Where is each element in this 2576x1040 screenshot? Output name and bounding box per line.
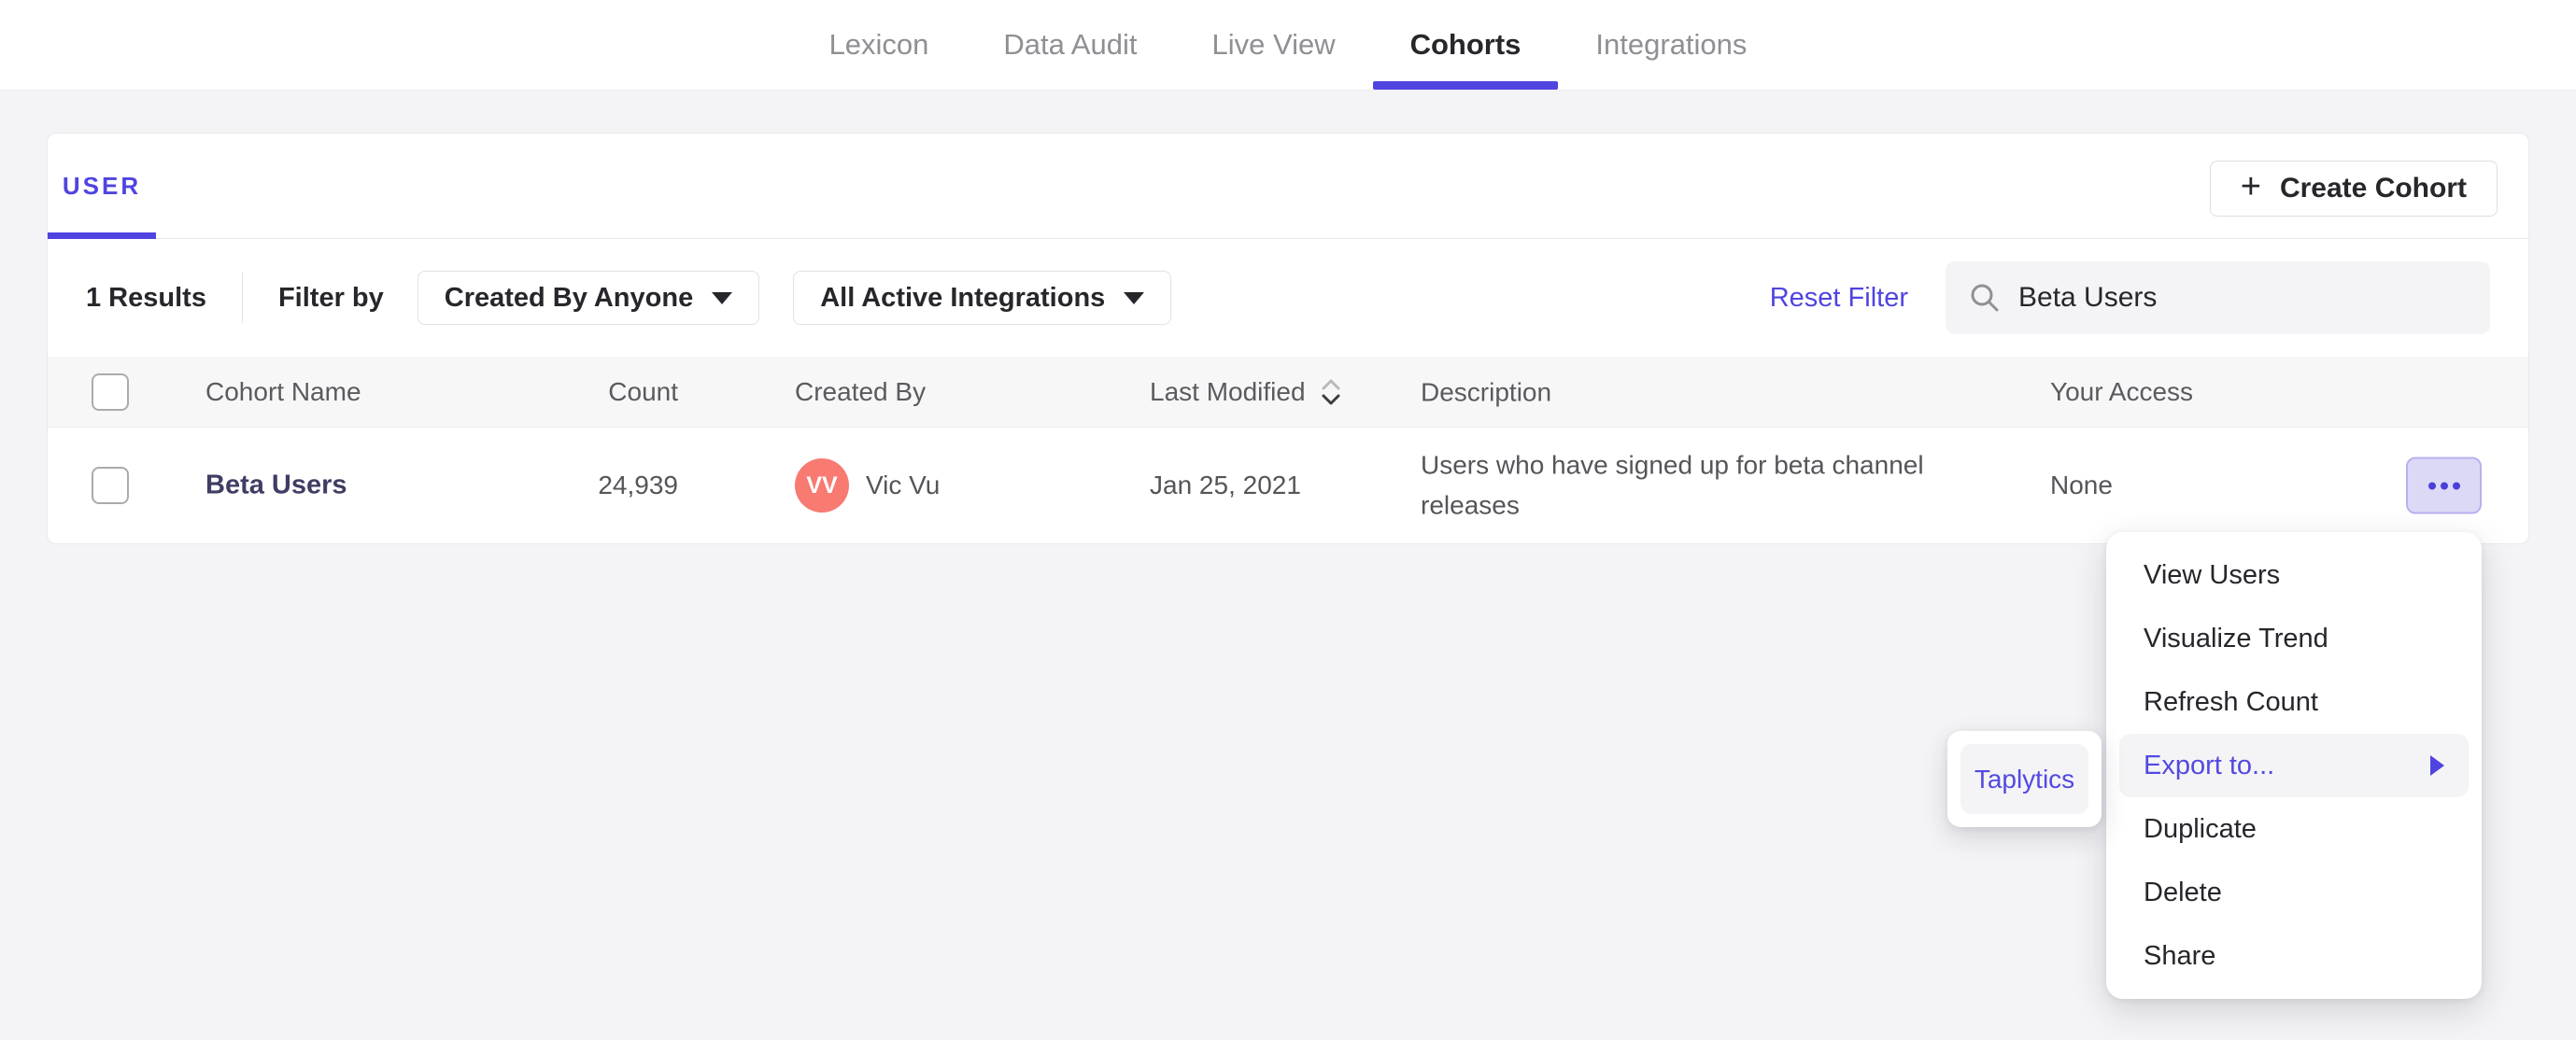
- submenu-item-taplytics[interactable]: Taplytics: [1960, 744, 2088, 814]
- menu-item-label: Duplicate: [2144, 813, 2257, 844]
- chevron-down-icon: [712, 291, 733, 304]
- more-options-icon: [2440, 482, 2448, 489]
- menu-item-label: View Users: [2144, 559, 2281, 590]
- tab-user[interactable]: USER: [48, 134, 156, 239]
- avatar: VV: [795, 458, 849, 513]
- results-count: 1 Results: [86, 282, 206, 313]
- chevron-down-icon: [1124, 291, 1145, 304]
- menu-item-label: Export to...: [2144, 750, 2275, 780]
- select-all-checkbox[interactable]: [92, 372, 129, 411]
- creator-name: Vic Vu: [866, 471, 941, 499]
- table-header: Cohort Name Count Created By Last Modifi…: [48, 357, 2528, 428]
- panel-tab-row: USER + Create Cohort: [48, 134, 2528, 239]
- export-submenu: Taplytics: [1947, 731, 2102, 827]
- row-actions-button[interactable]: [2406, 457, 2482, 514]
- active-tab-underline: [1372, 81, 1559, 90]
- column-header-created-by: Created By: [795, 376, 927, 406]
- create-cohort-label: Create Cohort: [2279, 173, 2467, 204]
- created-by-dropdown[interactable]: Created By Anyone: [417, 271, 760, 325]
- search-box[interactable]: [1946, 261, 2490, 334]
- tab-user-label: USER: [62, 171, 142, 200]
- sort-icon[interactable]: [1319, 376, 1343, 408]
- access-value: None: [2050, 471, 2113, 499]
- row-checkbox[interactable]: [92, 467, 129, 504]
- menu-item-export-to[interactable]: Export to...: [2106, 734, 2482, 797]
- more-options-icon: [2452, 482, 2460, 489]
- menu-item-label: Visualize Trend: [2144, 623, 2328, 654]
- nav-item-data-audit[interactable]: Data Audit: [1003, 0, 1137, 90]
- column-header-description: Description: [1421, 376, 1552, 406]
- nav-item-integrations[interactable]: Integrations: [1595, 0, 1747, 90]
- creator-cell: VV Vic Vu: [795, 458, 940, 513]
- nav-item-cohorts-label: Cohorts: [1409, 28, 1522, 61]
- user-tab-underline: [48, 232, 156, 239]
- menu-item-visualize-trend[interactable]: Visualize Trend: [2106, 607, 2482, 670]
- nav-item-live-view[interactable]: Live View: [1211, 0, 1335, 90]
- column-header-cohort-name: Cohort Name: [205, 376, 361, 406]
- nav-item-lexicon[interactable]: Lexicon: [829, 0, 929, 90]
- nav-item-cohorts[interactable]: Cohorts: [1372, 0, 1559, 90]
- reset-filter-link[interactable]: Reset Filter: [1770, 283, 1908, 314]
- search-icon: [1971, 284, 1999, 312]
- top-nav: Lexicon Data Audit Live View Cohorts Int…: [0, 0, 2576, 91]
- menu-item-duplicate[interactable]: Duplicate: [2106, 797, 2482, 861]
- cohorts-panel: USER + Create Cohort 1 Results Filter by…: [47, 133, 2529, 544]
- table-row[interactable]: Beta Users 24,939 VV Vic Vu Jan 25, 2021…: [48, 428, 2528, 543]
- filter-bar: 1 Results Filter by Created By Anyone Al…: [48, 239, 2528, 357]
- menu-item-label: Delete: [2144, 877, 2222, 907]
- menu-item-refresh-count[interactable]: Refresh Count: [2106, 670, 2482, 734]
- menu-item-share[interactable]: Share: [2106, 924, 2482, 988]
- filter-divider: [241, 273, 243, 323]
- create-cohort-button[interactable]: + Create Cohort: [2209, 161, 2498, 217]
- menu-item-label: Refresh Count: [2144, 686, 2318, 717]
- row-actions-menu: View Users Visualize Trend Refresh Count…: [2106, 532, 2482, 999]
- cohort-name-link[interactable]: Beta Users: [205, 471, 347, 501]
- search-input[interactable]: [2018, 282, 2468, 314]
- plus-icon: +: [2240, 167, 2261, 206]
- cohort-description: Users who have signed up for beta channe…: [1421, 450, 1924, 520]
- last-modified-value: Jan 25, 2021: [1150, 471, 1301, 499]
- last-modified-label: Last Modified: [1150, 376, 1306, 406]
- submenu-arrow-icon: [2430, 755, 2444, 776]
- created-by-dropdown-value: Created By Anyone: [444, 282, 694, 313]
- column-header-count: Count: [608, 376, 678, 406]
- more-options-icon: [2427, 482, 2436, 489]
- menu-item-view-users[interactable]: View Users: [2106, 543, 2482, 607]
- integrations-dropdown-value: All Active Integrations: [820, 282, 1106, 313]
- menu-item-label: Share: [2144, 940, 2216, 971]
- menu-item-delete[interactable]: Delete: [2106, 861, 2482, 924]
- column-header-your-access: Your Access: [2050, 376, 2194, 406]
- column-header-last-modified[interactable]: Last Modified: [1150, 376, 1343, 408]
- cohort-count: 24,939: [598, 471, 678, 499]
- filter-by-label: Filter by: [277, 282, 384, 313]
- integrations-dropdown[interactable]: All Active Integrations: [793, 271, 1172, 325]
